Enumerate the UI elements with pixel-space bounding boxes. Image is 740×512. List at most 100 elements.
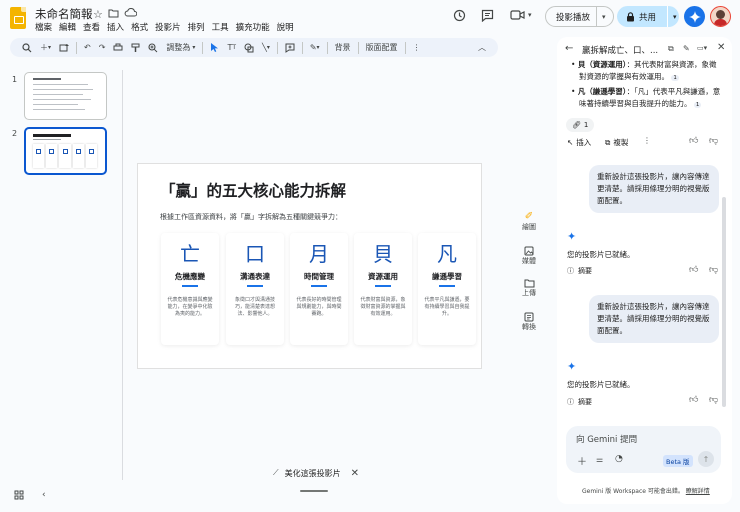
learn-more-link[interactable]: 瞭解詳情 — [686, 488, 710, 495]
panel-title: 贏拆解成亡、口、... — [582, 46, 659, 56]
prompt-input[interactable]: 向 Gemini 提問 — [576, 433, 637, 445]
more-options-icon[interactable]: ⋮ — [409, 38, 425, 57]
speaker-notes-handle[interactable] — [300, 490, 328, 492]
summary-button[interactable]: ⓘ 摘要 — [567, 266, 592, 276]
zoom-icon[interactable] — [144, 38, 162, 57]
citation-chip[interactable]: 1 — [693, 102, 702, 108]
search-menus-icon[interactable] — [18, 38, 36, 57]
line-icon[interactable]: ╲ ▾ — [258, 38, 274, 57]
thumbs-up-icon[interactable]: 👍︎ — [689, 265, 698, 275]
panel-layout-icon[interactable]: ▭▾ — [697, 44, 707, 52]
card-crisis[interactable]: 亡 危機應變 代表危機意識與應變能力，在變爭中化險為夷的能力。 — [161, 233, 219, 345]
grid-view-icon[interactable] — [14, 490, 24, 500]
beautify-slide-button[interactable]: 美化這張投影片 — [285, 468, 341, 479]
slide-thumbnail-selected[interactable] — [24, 127, 107, 175]
thumbs-up-icon[interactable]: 👍︎ — [689, 395, 698, 405]
close-icon[interactable]: ✕ — [341, 468, 359, 479]
panel-scrollbar[interactable] — [722, 197, 726, 407]
prompt-box[interactable]: 向 Gemini 提問 ＋ ⚌ ◔ Beta 版 ↑ — [566, 426, 721, 473]
thumbs-down-icon[interactable]: 👎︎ — [709, 136, 718, 146]
send-button[interactable]: ↑ — [698, 451, 714, 467]
menu-help[interactable]: 說明 — [277, 21, 299, 33]
citation-chip[interactable]: 1 — [671, 75, 679, 81]
select-cursor-icon[interactable] — [206, 38, 223, 57]
magic-wand-icon[interactable]: ⟋ — [265, 468, 285, 478]
close-panel-icon[interactable]: ✕ — [717, 42, 725, 53]
document-title[interactable]: 未命名簡報 — [35, 6, 93, 22]
history-icon[interactable] — [453, 9, 466, 22]
info-icon: ⓘ — [567, 267, 574, 275]
tune-icon[interactable]: ⚌ — [596, 455, 603, 464]
new-slide-template-icon[interactable] — [55, 38, 73, 57]
menu-arrange[interactable]: 排列 — [188, 21, 210, 33]
menu-insert[interactable]: 插入 — [107, 21, 129, 33]
menu-extensions[interactable]: 擴充功能 — [236, 21, 275, 33]
card-communication[interactable]: 口 溝通表達 象徵口才與溝通技巧，能清楚表達想法、影響他人。 — [226, 233, 284, 345]
slide-canvas[interactable]: 「贏」的五大核心能力拆解 根據工作區資源資料，將「贏」字拆解為五種關鍵競爭力： … — [138, 164, 481, 368]
print-icon[interactable] — [109, 38, 127, 57]
move-folder-icon[interactable] — [108, 8, 119, 18]
zoom-fit-dropdown[interactable]: 調整為 ▾ — [162, 38, 199, 57]
share-label: 共用 — [639, 12, 657, 23]
menu-format[interactable]: 格式 — [131, 21, 153, 33]
image-icon[interactable] — [240, 38, 258, 57]
card-description: 代表財富與資源，象徵財富資源的掌握與有效運用。 — [360, 296, 406, 317]
thumbs-down-icon[interactable]: 👎︎ — [709, 395, 718, 405]
collapse-toolbar-icon[interactable]: ︿ — [478, 42, 486, 53]
layout-button[interactable]: 版面配置 — [362, 38, 402, 57]
share-dropdown-icon[interactable]: ▾ — [668, 13, 677, 21]
new-slide-icon[interactable]: ＋ ▾ — [36, 38, 55, 57]
summary-label: 摘要 — [578, 398, 592, 406]
add-icon[interactable]: ＋ — [577, 453, 587, 468]
video-call-dropdown-icon[interactable]: ▾ — [528, 11, 532, 19]
edit-icon[interactable]: ✎ — [683, 44, 690, 53]
add-comment-icon[interactable] — [281, 38, 299, 57]
cloud-status-icon[interactable] — [124, 7, 137, 17]
side-tool-convert[interactable]: 轉換 — [514, 312, 544, 332]
paint-format-icon[interactable] — [127, 38, 144, 57]
slide-title[interactable]: 「贏」的五大核心能力拆解 — [160, 179, 346, 201]
card-time[interactable]: 月 時間管理 代表長好的時間管理與規劃能力，與時間賽跑。 — [290, 233, 348, 345]
thumbs-up-icon[interactable]: 👍︎ — [689, 136, 698, 146]
sources-chip[interactable]: 🔗︎ 1 — [566, 118, 595, 132]
comment-icon[interactable] — [481, 9, 494, 22]
menu-view[interactable]: 查看 — [83, 21, 105, 33]
avatar[interactable] — [710, 6, 731, 27]
menu-edit[interactable]: 編輯 — [59, 21, 81, 33]
side-tool-media[interactable]: 媒體 — [514, 246, 544, 266]
thumbs-down-icon[interactable]: 👎︎ — [709, 265, 718, 275]
open-in-new-icon[interactable]: ⧉ — [668, 44, 674, 54]
menu-slide[interactable]: 投影片 — [155, 21, 186, 33]
back-arrow-icon[interactable]: ← — [565, 43, 573, 54]
side-tool-draw[interactable]: ✐ 繪圖 — [514, 211, 544, 232]
insert-button[interactable]: ↖ 插入 — [567, 137, 591, 148]
collapse-filmstrip-icon[interactable]: ‹ — [42, 490, 46, 500]
menu-tools[interactable]: 工具 — [212, 21, 234, 33]
gemini-button[interactable] — [684, 6, 705, 27]
star-icon[interactable]: ☆ — [93, 8, 103, 21]
slide-subtitle[interactable]: 根據工作區資源資料，將「贏」字拆解為五種關鍵競爭力： — [160, 212, 342, 222]
slideshow-button[interactable]: 投影播放 ▾ — [545, 6, 614, 27]
summary-button[interactable]: ⓘ 摘要 — [567, 397, 592, 407]
filmstrip-divider[interactable] — [122, 70, 123, 480]
response-list: • 貝（資源運用）：其代表財富與資源，象徵對資源的掌握與有效運用。 1 • 凡（… — [569, 59, 721, 111]
copy-button[interactable]: ⧉ 複製 — [605, 137, 628, 148]
share-button[interactable]: 共用 ▾ — [617, 6, 679, 27]
pen-icon[interactable]: ✎ ▾ — [306, 38, 324, 57]
card-heading: 謙遜學習 — [432, 272, 462, 281]
menu-file[interactable]: 檔案 — [35, 21, 57, 33]
more-icon[interactable]: ⋮ — [643, 136, 651, 145]
card-resources[interactable]: 貝 資源運用 代表財富與資源，象徵財富資源的掌握與有效運用。 — [354, 233, 412, 345]
slide-thumbnail[interactable] — [24, 72, 107, 120]
slideshow-dropdown-icon[interactable]: ▾ — [597, 13, 606, 21]
video-call-icon[interactable] — [510, 9, 526, 21]
side-tool-upload[interactable]: 上傳 — [514, 279, 544, 298]
toolbar-divider — [276, 41, 278, 54]
text-box-icon[interactable]: TT — [223, 38, 240, 57]
redo-icon[interactable]: ↷ — [95, 38, 110, 57]
background-button[interactable]: 背景 — [331, 38, 355, 57]
slides-logo[interactable] — [10, 7, 26, 29]
palette-icon[interactable]: ◔ — [615, 454, 623, 464]
card-humility[interactable]: 凡 謙遜學習 代表平凡與謙遜，要有持續學習與自我提升。 — [418, 233, 476, 345]
undo-icon[interactable]: ↶ — [80, 38, 95, 57]
